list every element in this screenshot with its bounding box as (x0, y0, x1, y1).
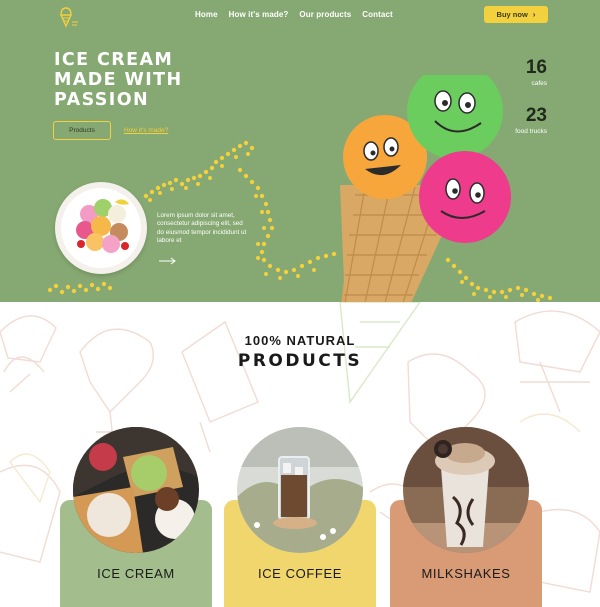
products-subtitle: 100% NATURAL (244, 333, 356, 348)
stat-cafes-label: cafes (531, 80, 547, 87)
hero-title: ICE CREAM MADE WITH PASSION (54, 50, 224, 110)
nav-contact[interactable]: Contact (362, 10, 392, 19)
ice-cream-logo-icon[interactable] (53, 4, 79, 30)
products-section: 100% NATURAL PRODUCTS ICE CREAM ICE COFF… (0, 302, 600, 607)
hero-title-line-2: MADE WITH (54, 70, 183, 90)
ice-coffee-photo (237, 427, 363, 553)
ice-cream-cone-illustration (340, 75, 511, 302)
hero-description: Lorem ipsum dolor sit amet, consectetur … (157, 212, 247, 245)
ice-cream-photo (73, 427, 199, 553)
hero-section: Home How it's made? Our products Contact… (0, 0, 600, 302)
buy-now-button[interactable]: Buy now › (484, 6, 548, 23)
nav-how-its-made[interactable]: How it's made? (229, 10, 289, 19)
product-label-milkshakes: MILKSHAKES (421, 566, 511, 581)
products-button[interactable]: Products (53, 121, 111, 140)
chevron-right-icon: › (532, 10, 536, 19)
buy-now-label: Buy now (496, 10, 528, 19)
how-its-made-link[interactable]: How it's made? (124, 127, 168, 134)
products-title: PRODUCTS (237, 351, 363, 371)
milkshake-photo (403, 427, 529, 553)
hero-title-line-3: PASSION (54, 90, 150, 110)
hero-title-line-1: ICE CREAM (54, 50, 174, 70)
stat-cafes: 16 cafes (525, 57, 547, 88)
stat-cafes-value: 16 (525, 57, 547, 78)
main-nav: Home How it's made? Our products Contact (195, 10, 393, 19)
nav-our-products[interactable]: Our products (299, 10, 351, 19)
product-label-ice-coffee: ICE COFFEE (257, 566, 342, 581)
nav-home[interactable]: Home (195, 10, 218, 19)
arrow-right-icon[interactable] (159, 257, 177, 265)
ice-cream-plate-image (55, 182, 147, 274)
product-label-ice-cream: ICE CREAM (97, 566, 175, 581)
